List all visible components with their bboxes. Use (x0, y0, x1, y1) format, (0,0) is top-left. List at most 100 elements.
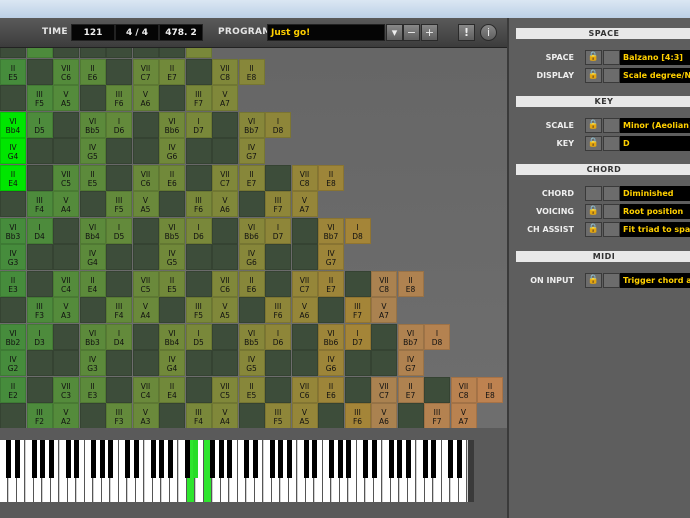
toggle-on-input[interactable] (603, 273, 620, 288)
grid-cell[interactable]: III F4 (26, 191, 53, 217)
grid-cell[interactable]: VI Bb6 (159, 111, 185, 138)
grid-cell[interactable]: VI Bb3 (0, 217, 26, 244)
grid-cell[interactable]: V A6 (212, 191, 238, 217)
grid-cell[interactable]: VI Bb6 (318, 323, 344, 350)
grid-cell[interactable]: V A6 (132, 85, 159, 111)
black-key[interactable] (193, 440, 198, 478)
grid-cell[interactable]: VII C8 (291, 164, 318, 191)
grid-cell[interactable]: II E6 (159, 164, 185, 191)
meter-field[interactable]: 4 / 4 (115, 24, 159, 41)
grid-cell[interactable]: II E6 (79, 58, 106, 85)
black-key[interactable] (133, 440, 139, 478)
grid-cell[interactable]: II E5 (159, 270, 185, 297)
black-key[interactable] (397, 440, 402, 478)
black-key[interactable] (278, 440, 283, 478)
black-key[interactable] (363, 440, 368, 478)
grid-cell[interactable]: IV G7 (397, 350, 424, 376)
grid-cell[interactable]: VI Bb3 (79, 323, 106, 350)
black-key[interactable] (125, 440, 130, 478)
grid-cell[interactable]: II E8 (318, 164, 344, 191)
grid-cell[interactable]: I D6 (265, 323, 291, 350)
grid-cell[interactable]: II E5 (0, 58, 26, 85)
grid-cell[interactable]: V A3 (53, 297, 79, 323)
grid-cell[interactable]: I D4 (106, 323, 132, 350)
grid-cell[interactable]: III F7 (344, 297, 371, 323)
grid-cell[interactable]: IV G6 (159, 138, 185, 164)
grid-cell[interactable]: IV G2 (0, 350, 26, 376)
grid-cell[interactable]: II E5 (238, 376, 265, 403)
grid-cell[interactable]: I D8 (265, 111, 291, 138)
grid-cell[interactable]: III F4 (185, 403, 212, 428)
toggle-ch-assist[interactable] (603, 222, 620, 237)
on-input-value[interactable]: Trigger chord at (620, 273, 690, 288)
grid-cell[interactable]: VI Bb6 (238, 217, 265, 244)
black-key[interactable] (346, 440, 351, 478)
grid-cell[interactable]: VII C6 (291, 376, 318, 403)
black-key[interactable] (456, 440, 462, 478)
grid-cell[interactable]: VI Bb5 (238, 323, 265, 350)
toggle-scale[interactable] (603, 118, 620, 133)
grid-cell[interactable]: I D5 (185, 323, 212, 350)
piano-keyboard[interactable] (0, 440, 468, 502)
grid-cell[interactable]: VII C8 (450, 376, 477, 403)
grid-cell[interactable]: I D3 (26, 323, 53, 350)
grid-cell[interactable]: VI Bb4 (79, 217, 106, 244)
grid-cell[interactable]: III F2 (26, 403, 53, 428)
grid-cell[interactable]: III F7 (265, 191, 291, 217)
grid-cell[interactable]: I D5 (106, 217, 132, 244)
grid-cell[interactable]: IV G6 (238, 244, 265, 270)
grid-cell[interactable]: V A6 (371, 403, 397, 428)
lock-icon[interactable]: 🔒 (585, 204, 602, 219)
grid-cell[interactable]: V A7 (291, 191, 318, 217)
space-value[interactable]: Balzano [4:3] (620, 50, 690, 65)
grid-cell[interactable]: III F4 (106, 297, 132, 323)
grid-cell[interactable]: III F7 (424, 403, 450, 428)
black-key[interactable] (218, 440, 224, 478)
black-key[interactable] (312, 440, 317, 478)
grid-cell[interactable]: II E7 (159, 58, 185, 85)
toggle-chord-a[interactable] (585, 186, 602, 201)
black-key[interactable] (65, 440, 71, 478)
grid-cell[interactable]: I D5 (26, 111, 53, 138)
grid-cell[interactable]: V A7 (371, 297, 397, 323)
black-key[interactable] (150, 440, 156, 478)
grid-cell[interactable]: VII C3 (53, 376, 79, 403)
black-key[interactable] (167, 440, 173, 478)
black-key[interactable] (337, 440, 343, 478)
toggle-key[interactable] (603, 136, 620, 151)
grid-cell[interactable]: IV G7 (318, 244, 344, 270)
grid-cell[interactable]: VI Bb2 (0, 323, 26, 350)
grid-cell[interactable]: III F5 (106, 191, 132, 217)
grid-cell[interactable]: IV G6 (318, 350, 344, 376)
grid-cell[interactable]: III F5 (26, 85, 53, 111)
grid-cell[interactable]: V A4 (132, 297, 159, 323)
grid-cell[interactable]: VII C4 (53, 270, 79, 297)
display-value[interactable]: Scale degree/Note (620, 68, 690, 83)
grid-cell[interactable]: G5 (26, 48, 53, 58)
grid-cell[interactable]: VII C8 (212, 58, 238, 85)
grid-cell[interactable]: II E7 (238, 164, 265, 191)
grid-cell[interactable]: V A4 (53, 191, 79, 217)
minus-icon[interactable]: − (403, 24, 420, 41)
grid-cell[interactable]: I D7 (344, 323, 371, 350)
lock-icon[interactable]: 🔒 (585, 222, 602, 237)
grid-cell[interactable]: IV G5 (159, 244, 185, 270)
grid-cell[interactable]: V A5 (132, 191, 159, 217)
grid-cell[interactable]: III F5 (265, 403, 291, 428)
grid-cell[interactable]: II E7 (397, 376, 424, 403)
black-key[interactable] (108, 440, 113, 478)
grid-cell[interactable]: V A7 (450, 403, 477, 428)
black-key[interactable] (40, 440, 45, 478)
grid-cell[interactable]: VI Bb5 (79, 111, 106, 138)
grid-cell[interactable]: F7 (185, 48, 212, 58)
chevron-down-icon[interactable]: ▾ (386, 24, 403, 41)
lock-icon[interactable]: 🔒 (585, 118, 602, 133)
black-key[interactable] (210, 440, 215, 478)
grid-cell[interactable]: VI Bb7 (318, 217, 344, 244)
black-key[interactable] (269, 440, 275, 478)
grid-cell[interactable]: V A5 (53, 85, 79, 111)
ch-assist-value[interactable]: Fit triad to space (620, 222, 690, 237)
grid-cell[interactable]: III F6 (265, 297, 291, 323)
black-key[interactable] (329, 440, 334, 478)
info-icon[interactable]: i (480, 24, 497, 41)
